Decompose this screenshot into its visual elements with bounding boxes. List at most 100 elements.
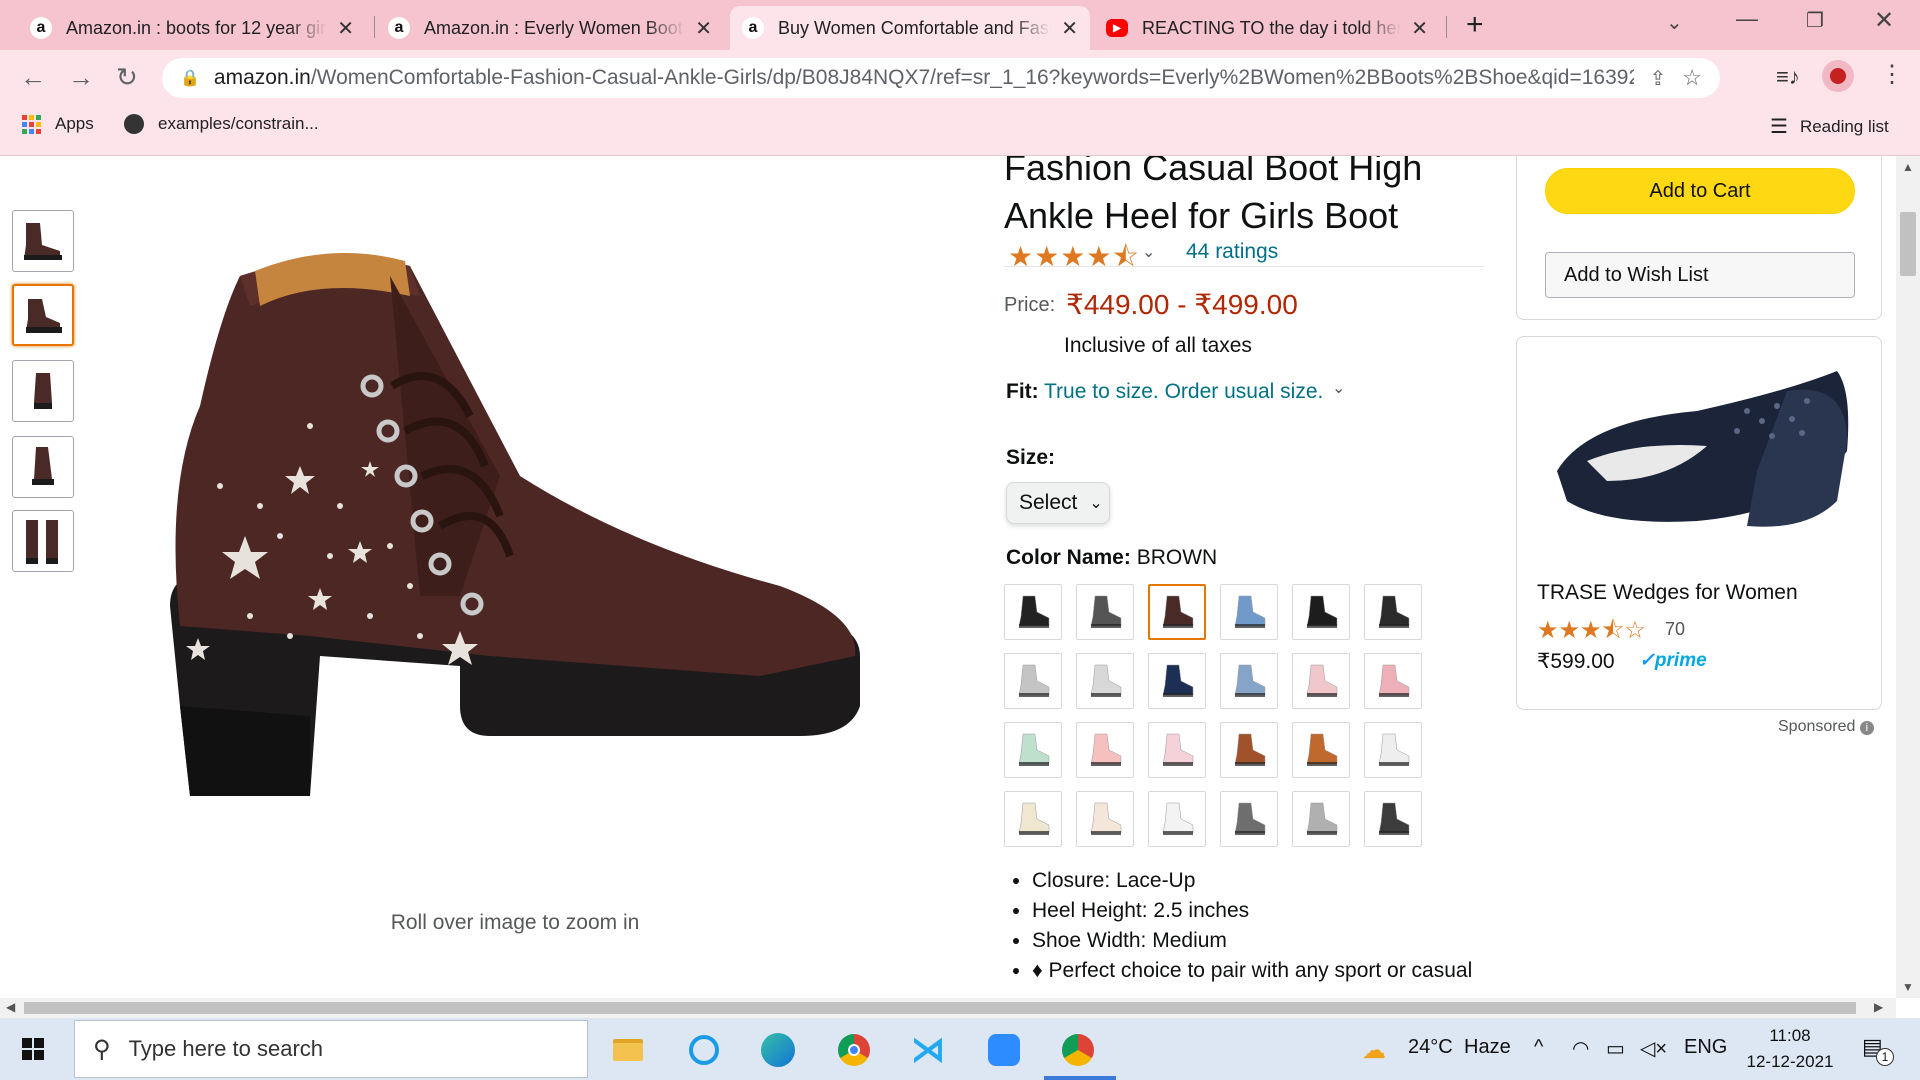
volume-icon[interactable]: ◁× — [1640, 1036, 1667, 1061]
file-explorer-icon[interactable] — [610, 1032, 646, 1068]
profile-avatar[interactable] — [1822, 60, 1854, 92]
thumbnail-5[interactable] — [12, 510, 74, 572]
notification-icon[interactable]: ▤ 1 — [1862, 1034, 1894, 1066]
color-swatch[interactable] — [1220, 791, 1278, 847]
ad-title-link[interactable]: TRASE Wedges for Women — [1537, 581, 1798, 605]
address-bar[interactable]: 🔒 amazon.in/WomenComfortable-Fashion-Cas… — [162, 58, 1720, 98]
thumbnail-1[interactable] — [12, 210, 74, 272]
bookmark-examples[interactable]: examples/constrain... — [124, 114, 319, 134]
scroll-left-arrow-icon[interactable]: ◀ — [6, 1000, 15, 1014]
add-to-wishlist-button[interactable]: Add to Wish List — [1545, 252, 1855, 298]
close-window-button[interactable]: ✕ — [1874, 6, 1894, 35]
star-rating[interactable]: ★★★★⯪ — [1008, 236, 1140, 284]
color-swatch[interactable] — [1292, 722, 1350, 778]
weather-desc[interactable]: Haze — [1464, 1036, 1511, 1059]
weather-icon[interactable]: ☁ — [1362, 1036, 1386, 1065]
scroll-right-arrow-icon[interactable]: ▶ — [1874, 1000, 1883, 1014]
color-swatch[interactable] — [1292, 653, 1350, 709]
thumbnail-2[interactable] — [12, 284, 74, 346]
tab-amazon-boots-search[interactable]: a Amazon.in : boots for 12 year girl ✕ — [18, 6, 366, 50]
main-product-image[interactable] — [160, 236, 870, 796]
color-swatch[interactable] — [1148, 584, 1206, 640]
color-swatch[interactable] — [1076, 791, 1134, 847]
color-swatch[interactable] — [1004, 722, 1062, 778]
forward-arrow-icon[interactable]: → — [68, 62, 94, 93]
color-swatch[interactable] — [1364, 722, 1422, 778]
battery-icon[interactable]: ▭ — [1606, 1036, 1625, 1061]
vertical-scrollbar[interactable]: ▲ ▼ — [1896, 156, 1920, 998]
share-icon[interactable]: ⇪ — [1650, 66, 1667, 91]
add-to-cart-button[interactable]: Add to Cart — [1545, 168, 1855, 214]
color-swatch[interactable] — [1292, 584, 1350, 640]
color-swatch[interactable] — [1148, 791, 1206, 847]
tab-search-icon[interactable]: ⌄ — [1666, 10, 1683, 35]
color-swatch[interactable] — [1076, 722, 1134, 778]
color-swatch[interactable] — [1364, 653, 1422, 709]
color-swatch[interactable] — [1220, 722, 1278, 778]
color-swatch[interactable] — [1220, 584, 1278, 640]
scroll-thumb[interactable] — [1900, 212, 1916, 276]
tab-youtube[interactable]: ▶ REACTING TO the day i told her i ✕ — [1094, 6, 1440, 50]
youtube-icon: ▶ — [1106, 19, 1128, 37]
color-swatch[interactable] — [1292, 791, 1350, 847]
language-indicator[interactable]: ENG — [1684, 1036, 1727, 1059]
color-swatch[interactable] — [1364, 791, 1422, 847]
bookmark-apps[interactable]: Apps — [22, 114, 94, 134]
color-swatch[interactable] — [1076, 653, 1134, 709]
close-icon[interactable]: ✕ — [1061, 16, 1078, 41]
media-control-icon[interactable]: ≡♪ — [1776, 64, 1800, 90]
color-swatch[interactable] — [1148, 722, 1206, 778]
color-swatch[interactable] — [1076, 584, 1134, 640]
chevron-up-icon[interactable]: ^ — [1534, 1036, 1543, 1059]
fit-value-link[interactable]: True to size. Order usual size. — [1044, 380, 1323, 404]
reading-list-button[interactable]: ☰ Reading list — [1770, 114, 1889, 139]
vscode-icon[interactable]: ⋊ — [910, 1031, 946, 1069]
clock[interactable]: 11:08 12-12-2021 — [1740, 1026, 1840, 1072]
close-icon[interactable]: ✕ — [337, 16, 354, 41]
browser-toolbar: ← → ↻ 🔒 amazon.in/WomenComfortable-Fashi… — [0, 50, 1920, 156]
thumbnail-3[interactable] — [12, 360, 74, 422]
chrome-profile-icon[interactable] — [1060, 1032, 1096, 1068]
info-icon[interactable]: i — [1859, 721, 1874, 735]
edge-icon[interactable] — [760, 1032, 796, 1068]
color-swatch[interactable] — [1148, 653, 1206, 709]
ratings-link[interactable]: 44 ratings — [1186, 240, 1278, 264]
scroll-thumb[interactable] — [24, 1002, 1856, 1014]
boot-image-icon — [24, 223, 62, 260]
boot-swatch-icon — [1378, 664, 1410, 697]
reload-icon[interactable]: ↻ — [116, 62, 138, 93]
restore-button[interactable]: ❐ — [1806, 8, 1824, 33]
sponsored-ad-card[interactable]: TRASE Wedges for Women ★★★⯪☆ 70 ₹599.00 … — [1516, 336, 1882, 710]
bookmark-star-icon[interactable]: ☆ — [1682, 65, 1702, 91]
back-arrow-icon[interactable]: ← — [20, 62, 46, 93]
weather-temp[interactable]: 24°C — [1408, 1036, 1453, 1059]
chrome-icon[interactable] — [836, 1032, 872, 1068]
zoom-icon[interactable] — [986, 1032, 1022, 1068]
color-swatch[interactable] — [1364, 584, 1422, 640]
menu-kebab-icon[interactable]: ⋮ — [1880, 60, 1904, 89]
taskbar-search-box[interactable]: ⚲ Type here to search — [74, 1020, 588, 1078]
windows-start-icon[interactable] — [22, 1038, 44, 1060]
color-swatch[interactable] — [1004, 791, 1062, 847]
tab-amazon-everly[interactable]: a Amazon.in : Everly Women Boots ✕ — [376, 6, 724, 50]
color-swatch[interactable] — [1004, 653, 1062, 709]
color-swatch[interactable] — [1004, 584, 1062, 640]
color-swatch[interactable] — [1220, 653, 1278, 709]
chevron-down-icon[interactable]: ⌄ — [1142, 242, 1155, 262]
lock-icon: 🔒 — [180, 70, 200, 87]
tab-active-product[interactable]: a Buy Women Comfortable and Fashion ✕ — [730, 6, 1090, 50]
scroll-up-arrow-icon[interactable]: ▲ — [1902, 160, 1914, 174]
boot-swatch-icon — [1090, 664, 1122, 697]
close-icon[interactable]: ✕ — [695, 16, 712, 41]
scroll-down-arrow-icon[interactable]: ▼ — [1902, 980, 1914, 994]
size-select[interactable]: Select ⌄ — [1006, 482, 1110, 524]
horizontal-scrollbar[interactable]: ◀ ▶ — [0, 998, 1896, 1018]
chevron-down-icon[interactable]: ⌄ — [1332, 378, 1345, 398]
minimize-button[interactable]: — — [1736, 6, 1758, 32]
new-tab-button[interactable]: + — [1466, 8, 1484, 42]
cortana-icon[interactable] — [686, 1032, 722, 1068]
wifi-icon[interactable]: ◠ — [1572, 1036, 1589, 1061]
bullet-item: ♦ Perfect choice to pair with any sport … — [1032, 956, 1504, 986]
close-icon[interactable]: ✕ — [1411, 16, 1428, 41]
thumbnail-4[interactable] — [12, 436, 74, 498]
